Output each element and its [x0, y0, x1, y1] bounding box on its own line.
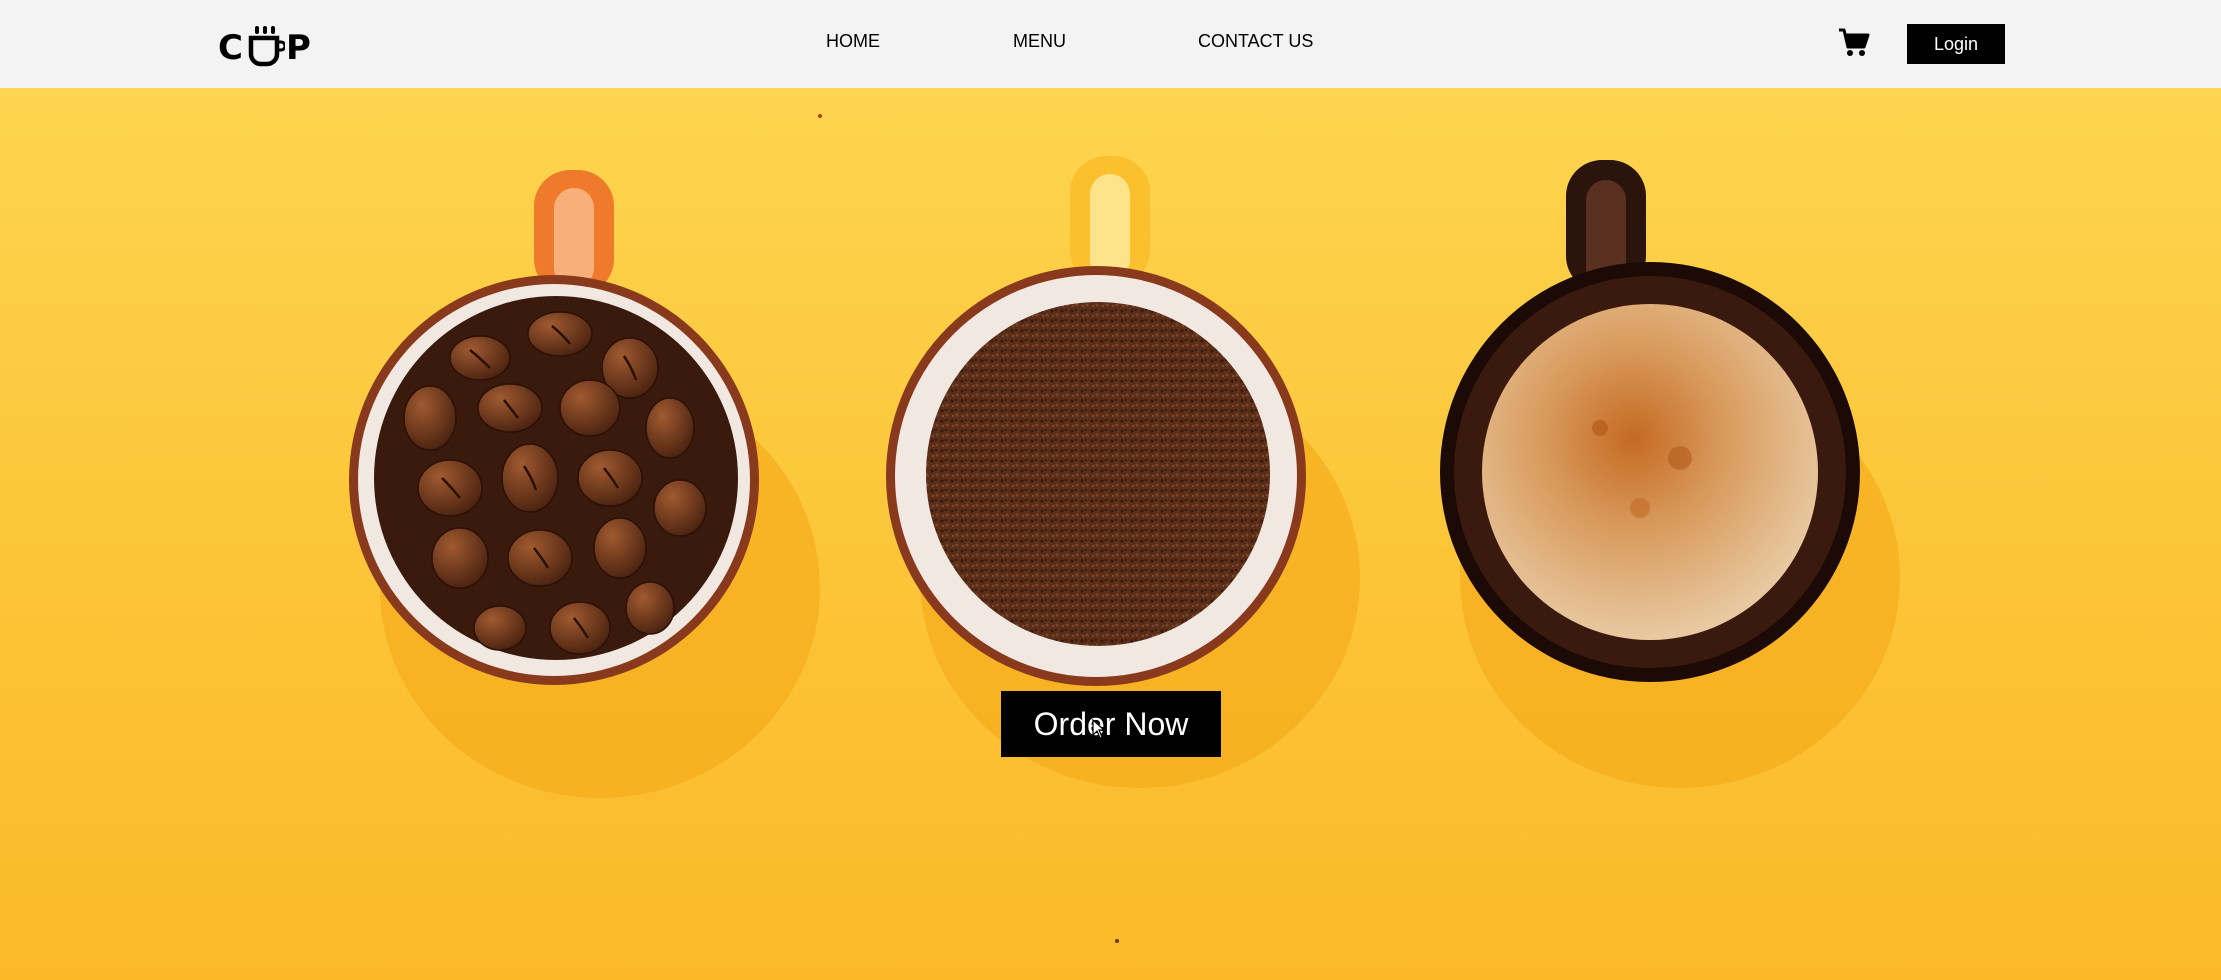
- nav-link-contact-us[interactable]: CONTACT US: [1198, 31, 1313, 52]
- coffee-cups-image: [349, 114, 1900, 943]
- nav-link-home[interactable]: HOME: [826, 31, 880, 52]
- mouse-cursor-icon: [1092, 719, 1106, 739]
- cup-espresso: [1440, 160, 1860, 682]
- shopping-cart-icon[interactable]: [1838, 28, 1870, 58]
- cup-coffee-beans: [349, 170, 759, 685]
- main-nav: HOME MENU CONTACT US: [0, 31, 2221, 59]
- cup-ground-coffee: [886, 156, 1306, 686]
- navbar: C P HOME MENU CONTACT US Login: [0, 0, 2221, 88]
- order-now-button[interactable]: Order Now: [1001, 691, 1221, 757]
- login-button[interactable]: Login: [1907, 24, 2005, 64]
- hero-banner: Order Now: [0, 88, 2221, 980]
- nav-link-menu[interactable]: MENU: [1013, 31, 1066, 52]
